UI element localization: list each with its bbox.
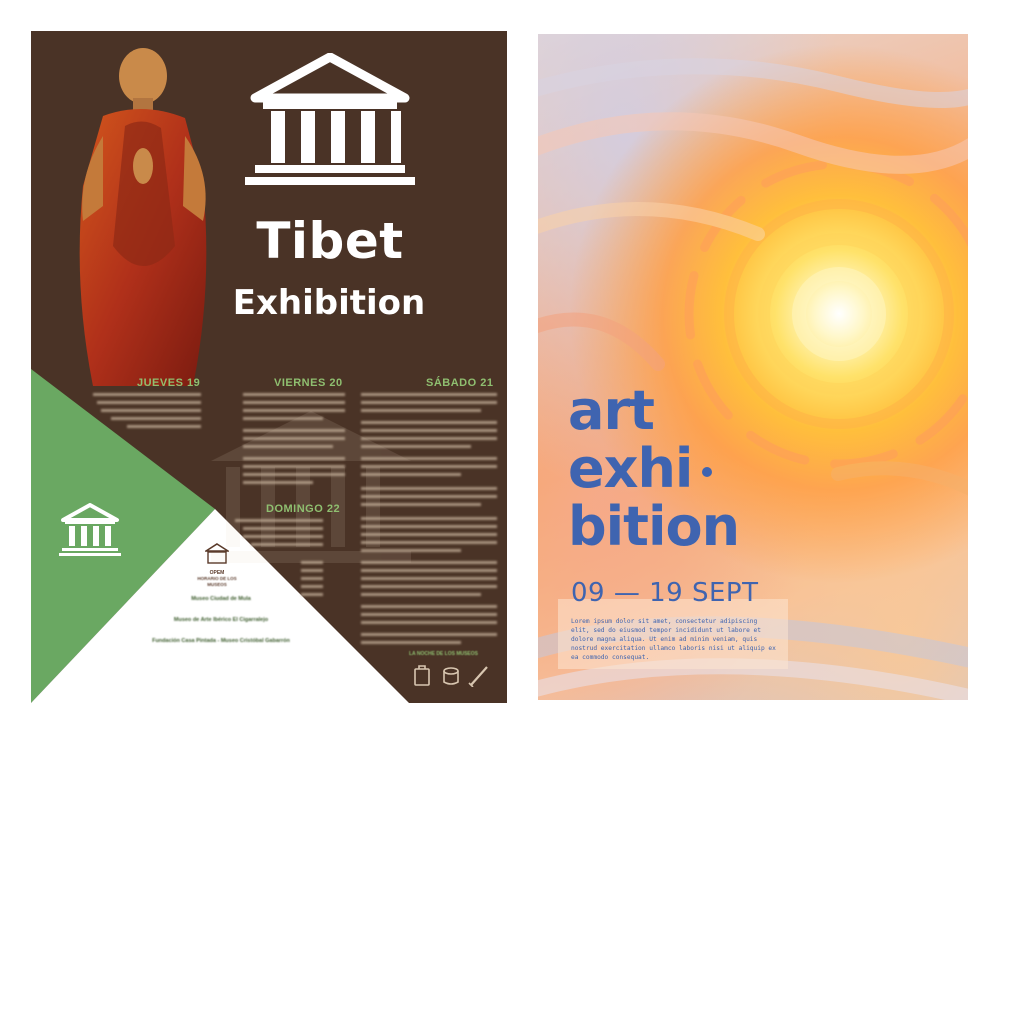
art-exhibition-poster: art exhi bition 09 — 19 SEPT Lorem ipsum… <box>538 34 968 700</box>
footer-icons <box>414 665 488 687</box>
paint-bucket-icon <box>443 667 459 675</box>
footer-label: LA NOCHE DE LOS MUSEOS <box>409 651 478 657</box>
horario-label: HORARIO DE LOS MUSEOS <box>197 576 237 587</box>
opem-logo-icon <box>203 543 231 564</box>
title-dot-icon <box>702 467 713 478</box>
art-title-line-3: bition <box>568 495 740 558</box>
art-title-line-1: art <box>568 379 655 442</box>
art-title-line-2: exhi <box>568 437 693 500</box>
exhibition-dates: 09 — 19 SEPT <box>571 578 759 608</box>
art-title: art exhi bition <box>568 379 740 558</box>
tibet-exhibition-poster: Tibet Exhibition JUEVES 19 VIERNES 20 SÁ… <box>31 31 507 703</box>
museum-hours: Museo Ciudad de Mula Museo de Arte Ibéri… <box>141 596 301 645</box>
museum-name-2: Museo de Arte Ibérico El Cigarralejo <box>173 617 269 623</box>
museum-name-3: Fundación Casa Pintada - Museo Cristóbal… <box>152 638 290 644</box>
opem-logo-block: OPEM HORARIO DE LOS MUSEOS <box>189 543 245 588</box>
brush-icon <box>470 666 488 686</box>
museum-small-icon <box>59 503 121 556</box>
body-text: Lorem ipsum dolor sit amet, consectetur … <box>571 618 776 661</box>
jar-icon <box>414 668 430 686</box>
art-title-line-2-wrap: exhi <box>568 440 739 498</box>
museum-name-1: Museo Ciudad de Mula <box>191 596 251 602</box>
